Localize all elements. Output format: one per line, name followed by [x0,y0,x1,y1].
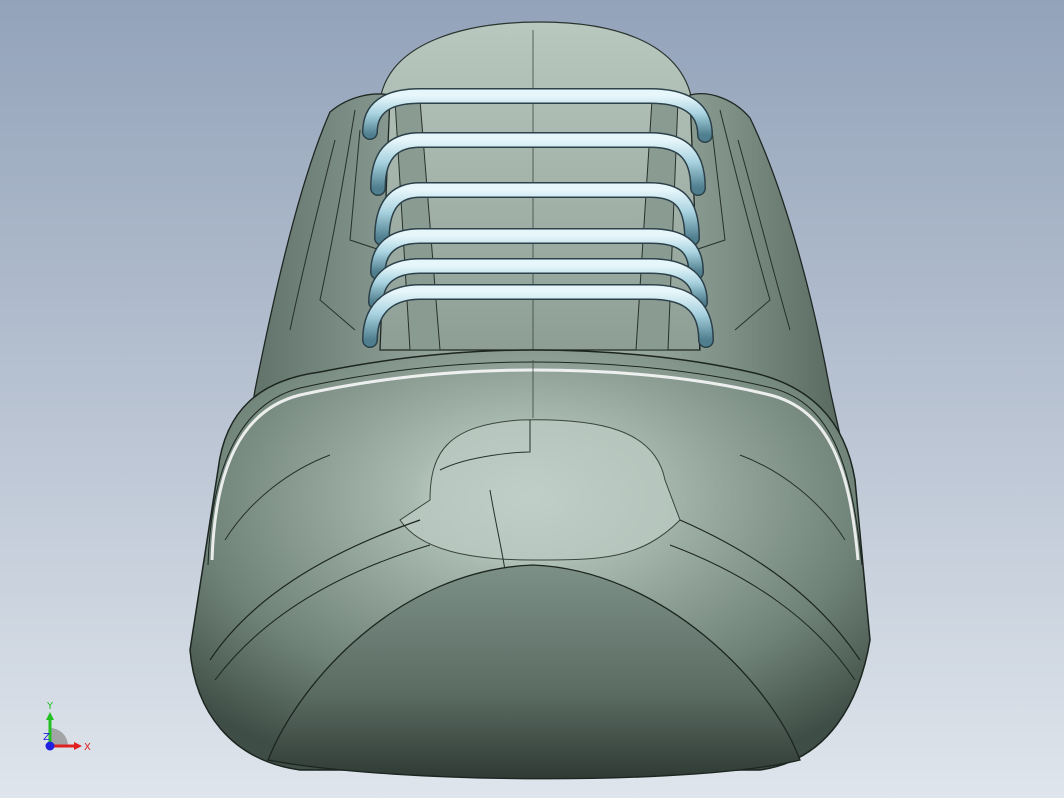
3d-viewport[interactable]: Y X Z [0,0,1064,798]
coordinate-triad: Y X Z [40,700,100,760]
shoe-model[interactable] [0,0,1064,798]
x-axis-label: X [84,742,91,753]
z-axis-label: Z [43,732,50,743]
y-axis-label: Y [46,701,54,712]
